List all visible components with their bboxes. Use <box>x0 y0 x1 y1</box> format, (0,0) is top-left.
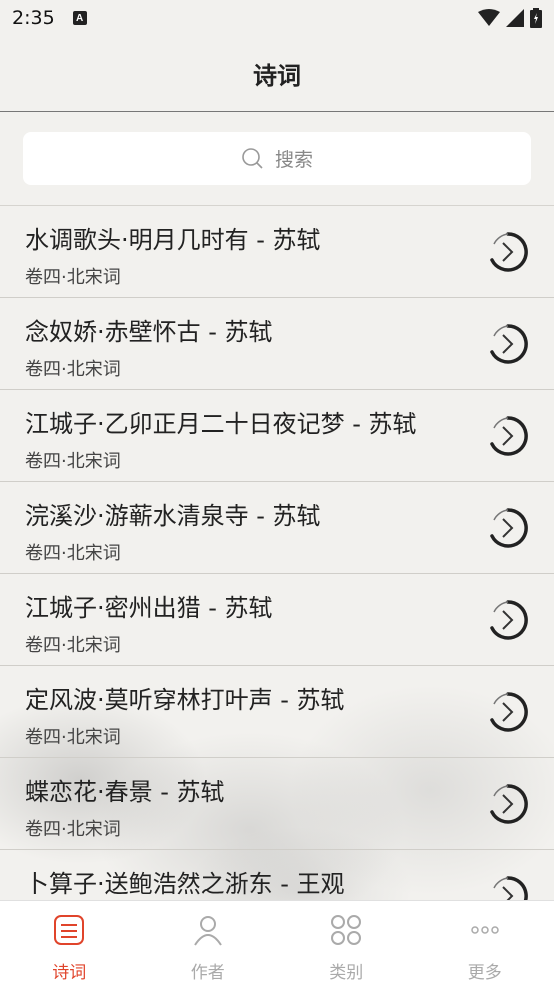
chevron-right-icon[interactable] <box>486 874 530 901</box>
list-item[interactable]: 水调歌头·明月几时有 - 苏轼卷四·北宋词 <box>0 206 554 298</box>
poem-icon <box>52 913 86 952</box>
notification-a-icon: A <box>73 11 87 25</box>
tab-poem[interactable]: 诗词 <box>0 901 139 987</box>
chevron-right-icon[interactable] <box>486 414 530 458</box>
page-header: 诗词 <box>0 36 554 112</box>
list-item[interactable]: 江城子·密州出猎 - 苏轼卷四·北宋词 <box>0 574 554 666</box>
poem-title: 江城子·密州出猎 - 苏轼 <box>25 588 273 623</box>
status-bar: 2:35 A <box>0 0 554 36</box>
search-placeholder: 搜索 <box>275 145 313 172</box>
chevron-right-icon[interactable] <box>486 782 530 826</box>
list-item[interactable]: 念奴娇·赤壁怀古 - 苏轼卷四·北宋词 <box>0 298 554 390</box>
chevron-right-icon[interactable] <box>486 690 530 734</box>
person-icon <box>191 913 225 952</box>
signal-icon <box>506 9 524 27</box>
poem-collection: 卷四·北宋词 <box>25 723 121 749</box>
poem-title: 浣溪沙·游蕲水清泉寺 - 苏轼 <box>25 496 321 531</box>
tab-label: 诗词 <box>52 958 86 983</box>
poem-title: 念奴娇·赤壁怀古 - 苏轼 <box>25 312 273 347</box>
list-item[interactable]: 浣溪沙·游蕲水清泉寺 - 苏轼卷四·北宋词 <box>0 482 554 574</box>
poem-collection: 卷四·北宋词 <box>25 355 121 381</box>
poem-collection: 卷四·北宋词 <box>25 263 121 289</box>
list-item[interactable]: 江城子·乙卯正月二十日夜记梦 - 苏轼卷四·北宋词 <box>0 390 554 482</box>
poem-collection: 卷四·北宋词 <box>25 815 121 841</box>
chevron-right-icon[interactable] <box>486 506 530 550</box>
poem-title: 江城子·乙卯正月二十日夜记梦 - 苏轼 <box>25 404 417 439</box>
poem-collection: 卷四·北宋词 <box>25 447 121 473</box>
tab-person[interactable]: 作者 <box>139 901 278 987</box>
wifi-icon <box>478 9 500 27</box>
list-item[interactable]: 卜算子·送鲍浩然之浙东 - 王观 <box>0 850 554 901</box>
chevron-right-icon[interactable] <box>486 322 530 366</box>
poem-collection: 卷四·北宋词 <box>25 631 121 657</box>
poem-title: 定风波·莫听穿林打叶声 - 苏轼 <box>25 680 345 715</box>
chevron-right-icon[interactable] <box>486 230 530 274</box>
poem-list[interactable]: 水调歌头·明月几时有 - 苏轼卷四·北宋词念奴娇·赤壁怀古 - 苏轼卷四·北宋词… <box>0 205 554 901</box>
poem-title: 卜算子·送鲍浩然之浙东 - 王观 <box>25 864 345 899</box>
tab-label: 更多 <box>468 958 502 983</box>
tab-more[interactable]: 更多 <box>416 901 554 987</box>
status-time: 2:35 <box>12 7 55 29</box>
tab-label: 类别 <box>329 958 363 983</box>
battery-icon <box>530 8 542 28</box>
poem-title: 水调歌头·明月几时有 - 苏轼 <box>25 220 321 255</box>
chevron-right-icon[interactable] <box>486 598 530 642</box>
list-item[interactable]: 蝶恋花·春景 - 苏轼卷四·北宋词 <box>0 758 554 850</box>
poem-title: 蝶恋花·春景 - 苏轼 <box>25 772 225 807</box>
grid-icon <box>329 913 363 952</box>
search-input[interactable]: 搜索 <box>23 132 531 185</box>
tab-label: 作者 <box>191 958 225 983</box>
tab-grid[interactable]: 类别 <box>277 901 416 987</box>
bottom-tab-bar: 诗词 作者 类别 更多 <box>0 900 554 987</box>
more-icon <box>468 913 502 952</box>
poem-collection: 卷四·北宋词 <box>25 539 121 565</box>
list-item[interactable]: 定风波·莫听穿林打叶声 - 苏轼卷四·北宋词 <box>0 666 554 758</box>
page-title: 诗词 <box>253 56 301 91</box>
search-icon <box>241 147 265 171</box>
